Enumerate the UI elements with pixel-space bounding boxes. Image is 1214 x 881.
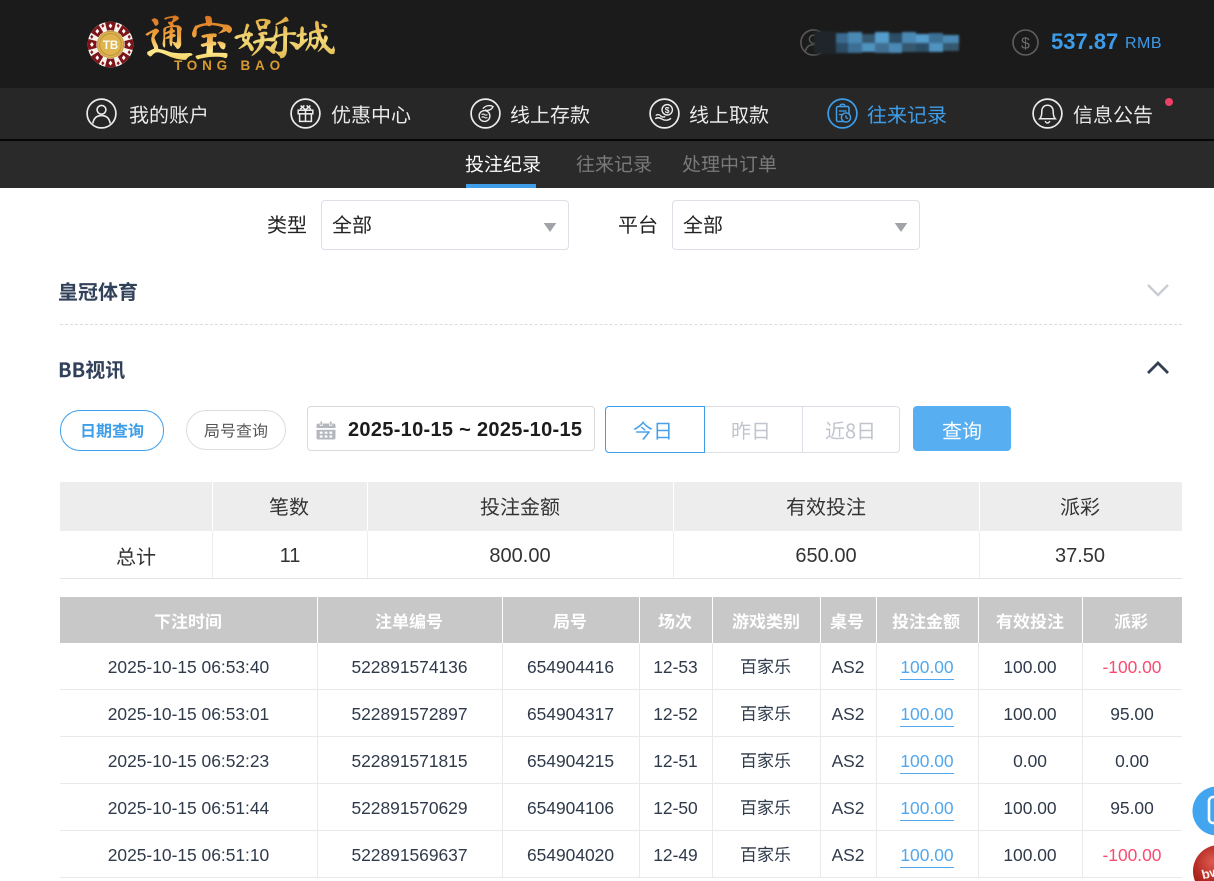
- svg-text:TONG BAO: TONG BAO: [174, 58, 285, 73]
- svg-text:$: $: [1021, 36, 1030, 53]
- svg-text:TB: TB: [103, 40, 118, 52]
- svg-text:$: $: [665, 105, 670, 115]
